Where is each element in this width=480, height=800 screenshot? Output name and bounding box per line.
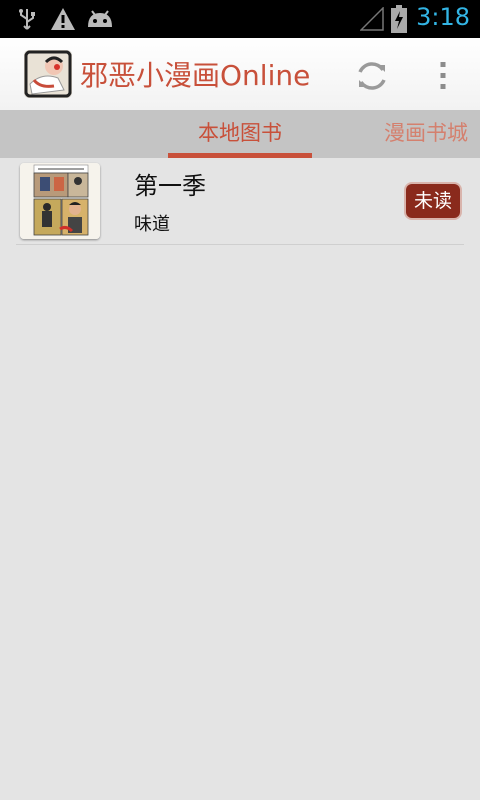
comic-cover-thumbnail (20, 163, 100, 239)
list-item[interactable]: 第一季 味道 未读 (16, 158, 464, 245)
status-bar: 3:18 (0, 0, 480, 38)
signal-icon (360, 7, 384, 31)
book-title: 第一季 (134, 172, 206, 200)
book-subtitle: 味道 (134, 214, 170, 235)
refresh-icon[interactable] (352, 56, 392, 96)
tab-comic-store[interactable]: 漫画书城 (384, 110, 480, 158)
status-badge[interactable]: 未读 (406, 184, 460, 218)
android-icon (88, 10, 112, 27)
action-bar: 邪恶小漫画Online (0, 38, 480, 111)
book-list: 第一季 味道 未读 (0, 158, 480, 800)
overflow-menu-icon[interactable] (428, 56, 460, 96)
clock-time: 3:18 (416, 3, 470, 31)
battery-charging-icon (391, 5, 407, 33)
tab-local-books[interactable]: 本地图书 (168, 110, 312, 158)
app-title: 邪恶小漫画Online (80, 59, 311, 92)
warning-icon (51, 8, 75, 30)
tab-bar: 本地图书 漫画书城 (0, 110, 480, 158)
app-logo-icon[interactable] (24, 50, 72, 98)
usb-icon (19, 9, 35, 30)
